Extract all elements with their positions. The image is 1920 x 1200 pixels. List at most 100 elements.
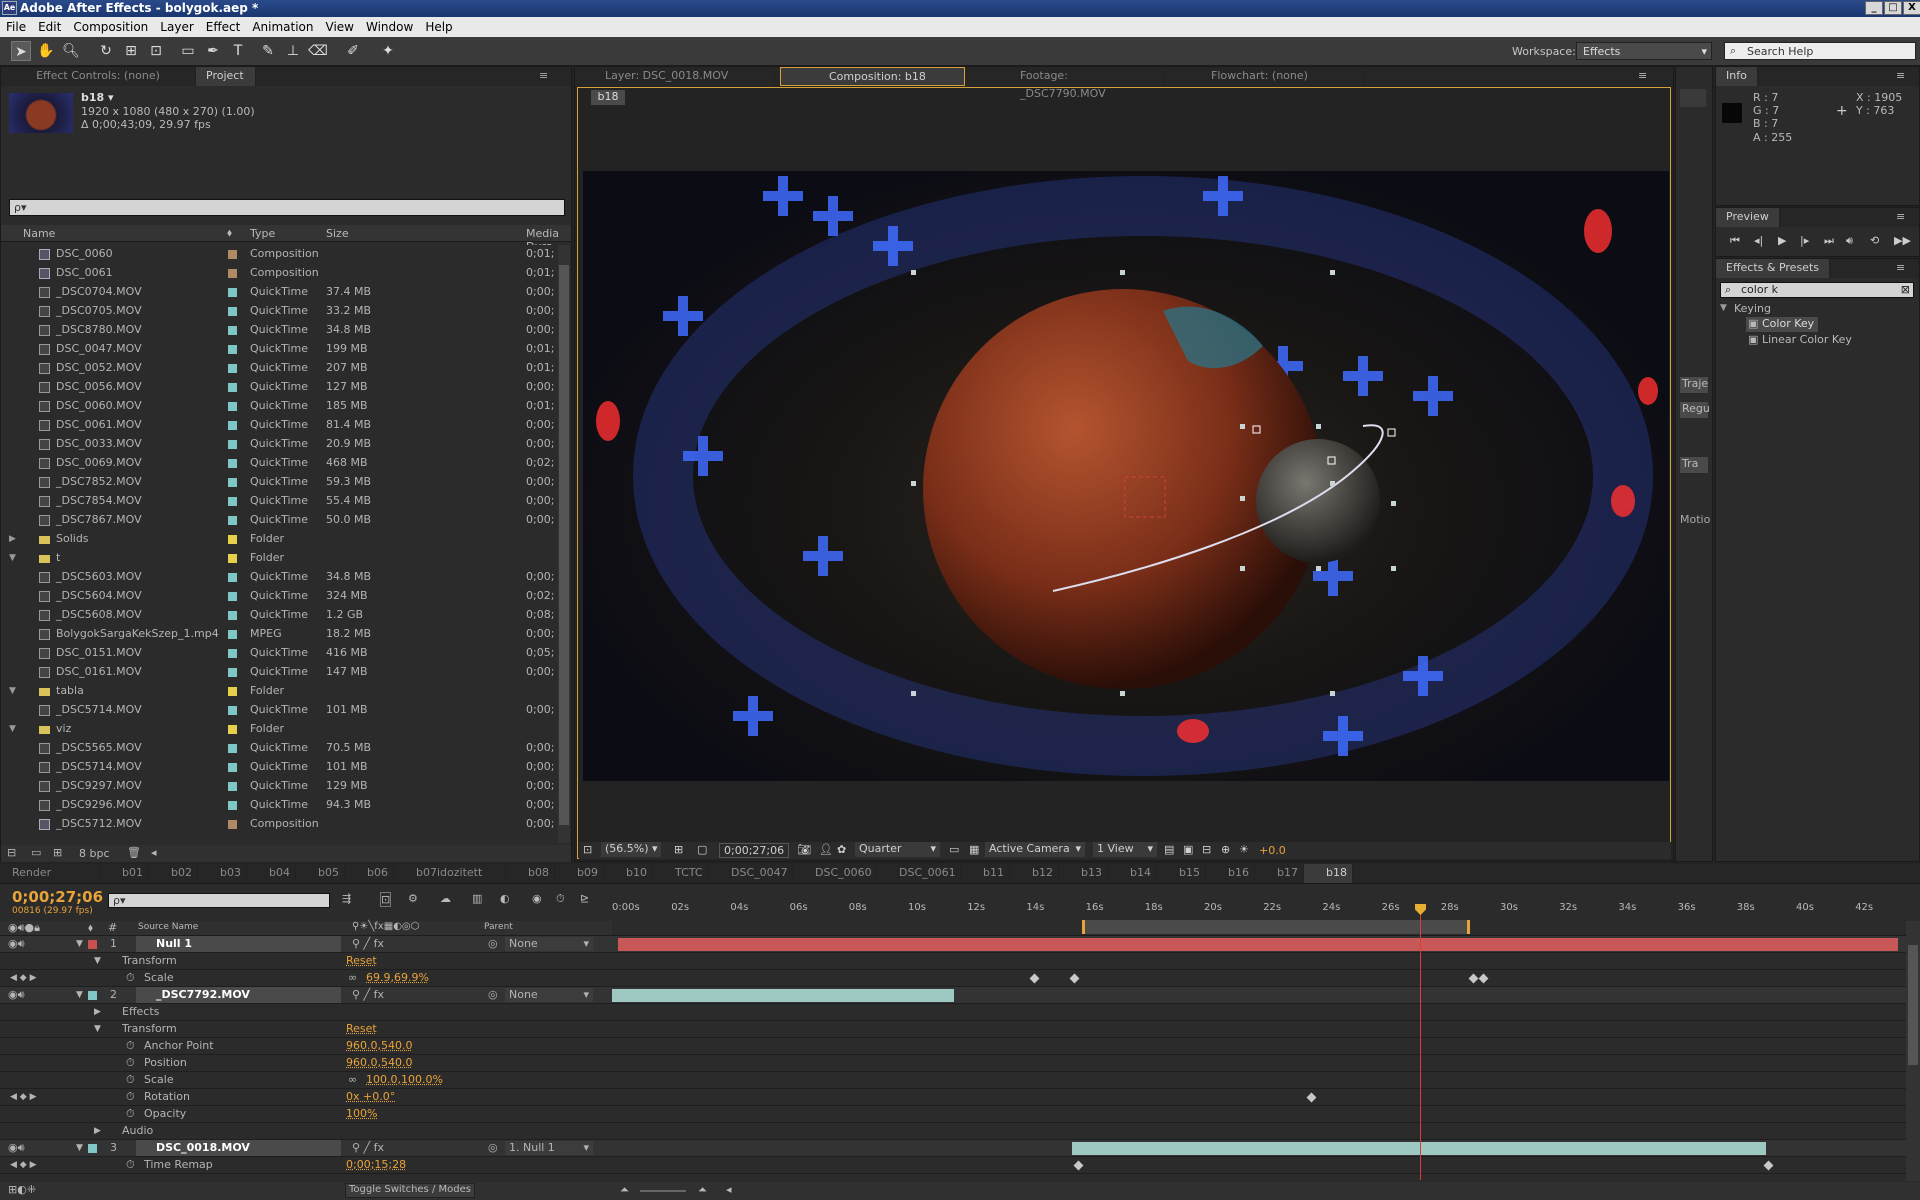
toggle-switches-modes-button[interactable]: Toggle Switches / Modes <box>345 1183 475 1198</box>
property-row[interactable]: ⏱ ◀ ◆ ▶ Time Remap 0;00;15;28 <box>0 1157 1906 1174</box>
timeline-tab[interactable]: b16 <box>1206 864 1255 883</box>
draft-3d-icon[interactable]: ⚙ <box>408 892 418 905</box>
composition-canvas[interactable] <box>583 171 1669 781</box>
maximize-button[interactable]: □ <box>1884 1 1902 15</box>
disclosure-icon[interactable]: ▼ <box>9 720 16 738</box>
comp-chip[interactable]: b18 <box>591 90 625 105</box>
selection-tool-icon[interactable]: ➤ <box>11 41 31 61</box>
project-item[interactable]: DSC_0151.MOV QuickTime 416 MB 0;05; <box>1 644 557 663</box>
interpret-footage-icon[interactable]: ⊟ <box>7 846 16 859</box>
time-ruler[interactable]: 0:00s 02s 04s 06s 08s 10s 12s 14s 16s 18s 20s 22s 24… <box>612 900 1906 936</box>
clone-stamp-icon[interactable]: ⊥ <box>283 41 303 61</box>
layer-name[interactable]: Null 1 <box>136 936 341 952</box>
constrain-proportions-icon[interactable]: ∞ <box>348 970 357 986</box>
keyframe-navigator[interactable]: ◀ ◆ ▶ <box>10 1157 37 1173</box>
project-item[interactable]: DSC_0033.MOV QuickTime 20.9 MB 0;00; <box>1 435 557 454</box>
zoom-in-icon[interactable]: ⏶ <box>698 1183 707 1197</box>
zoom-slider[interactable] <box>640 1190 686 1192</box>
label-color-swatch[interactable] <box>228 478 237 487</box>
timeline-tab[interactable]: b10 <box>604 864 653 883</box>
menu-view[interactable]: View <box>320 17 360 34</box>
track-button[interactable]: Tra <box>1680 457 1708 473</box>
timeline-tab[interactable]: TCTC <box>653 864 709 883</box>
project-item[interactable]: _DSC5565.MOV QuickTime 70.5 MB 0;00; <box>1 739 557 758</box>
project-item[interactable]: DSC_0069.MOV QuickTime 468 MB 0;02; <box>1 454 557 473</box>
brush-tool-icon[interactable]: ✎ <box>258 41 278 61</box>
live-update-icon[interactable]: ⊡ <box>380 892 392 907</box>
tab-flowchart[interactable]: Flowchart: (none) <box>1175 67 1365 86</box>
property-row[interactable]: ⏱ Opacity 100% <box>0 1106 1906 1123</box>
keyframe[interactable] <box>1073 1160 1084 1171</box>
puppet-pin-icon[interactable]: ✦ <box>378 41 398 61</box>
label-color-swatch[interactable] <box>228 630 237 639</box>
label-color-swatch[interactable] <box>228 250 237 259</box>
disclosure-icon[interactable]: ▶ <box>9 530 16 548</box>
timeline-tab[interactable]: DSC_0047 <box>709 864 793 883</box>
menu-window[interactable]: Window <box>360 17 419 34</box>
fast-preview-icon[interactable]: ▣ <box>1183 843 1193 856</box>
zoom-out-icon[interactable]: ⏶ <box>620 1183 629 1197</box>
project-item[interactable]: ▶ Solids Folder <box>1 530 557 549</box>
project-item[interactable]: _DSC5712.MOV Composition 0;00; <box>1 815 557 834</box>
stopwatch-icon[interactable]: ⏱ <box>126 1055 135 1071</box>
label-color-swatch[interactable] <box>228 611 237 620</box>
label-color-swatch[interactable] <box>228 782 237 791</box>
label-color-swatch[interactable] <box>228 687 237 696</box>
disclosure-icon[interactable]: ▼ <box>9 549 16 567</box>
label-tag-icon[interactable]: ⬧ <box>227 226 232 240</box>
timeline-tab[interactable]: b14 <box>1108 864 1157 883</box>
disclosure-icon[interactable]: ▼ <box>94 953 101 969</box>
layer-label-swatch[interactable] <box>88 940 97 949</box>
timeline-tab[interactable]: b17 <box>1255 864 1304 883</box>
viewer-timecode[interactable]: 0;00;27;06 <box>719 843 790 858</box>
project-search-input[interactable]: ρ▾ <box>9 199 565 216</box>
bpc-label[interactable]: 8 bpc <box>79 847 110 860</box>
frame-blending-icon[interactable]: ▥ <box>472 892 482 905</box>
stopwatch-icon[interactable]: ⏱ <box>126 1089 135 1105</box>
new-comp-icon[interactable]: ⊞ <box>53 846 62 859</box>
effects-search-input[interactable]: ⌕ color k ⊠ <box>1720 282 1914 298</box>
col-size[interactable]: Size <box>326 227 349 240</box>
property-row[interactable]: ⏱ ◀ ◆ ▶ Rotation 0x +0.0° <box>0 1089 1906 1106</box>
disclosure-icon[interactable]: ▼ <box>76 1140 83 1156</box>
panel-menu-icon[interactable]: ≡ <box>1896 210 1905 223</box>
timeline-scrollbar[interactable] <box>1906 921 1920 1181</box>
project-item[interactable]: _DSC9296.MOV QuickTime 94.3 MB 0;00; <box>1 796 557 815</box>
disclosure-icon[interactable]: ▼ <box>9 682 16 700</box>
property-value[interactable]: 100.0,100.0% <box>366 1072 443 1088</box>
pick-whip-icon[interactable]: ◎ <box>488 987 498 1003</box>
view-layout-dropdown[interactable]: 1 View ▾ <box>1093 842 1157 857</box>
stopwatch-icon[interactable]: ⏱ <box>126 1072 135 1088</box>
property-row[interactable]: ▶ Effects <box>0 1004 1906 1021</box>
label-color-swatch[interactable] <box>228 440 237 449</box>
transparency-grid-icon[interactable]: ▦ <box>969 843 979 856</box>
channels-icon[interactable]: ✿ <box>837 843 846 856</box>
property-value[interactable]: 100% <box>346 1106 377 1122</box>
layer-switches[interactable]: ⚲ ╱ fx <box>352 1140 384 1156</box>
col-parent[interactable]: Parent <box>484 922 513 932</box>
timeline-search-input[interactable]: ρ▾ <box>108 893 330 908</box>
menu-animation[interactable]: Animation <box>246 17 319 34</box>
label-tag-icon[interactable]: ⬧ <box>88 921 93 935</box>
effect-linear-color-key[interactable]: ▣ Linear Color Key <box>1746 333 1896 348</box>
disclosure-icon[interactable]: ▶ <box>94 1123 101 1139</box>
parent-dropdown[interactable]: None ▾ <box>505 988 593 1002</box>
parent-dropdown[interactable]: 1. Null 1 ▾ <box>505 1141 593 1155</box>
label-color-swatch[interactable] <box>228 269 237 278</box>
menu-layer[interactable]: Layer <box>154 17 199 34</box>
flowchart-icon[interactable]: ⊕ <box>1221 843 1230 856</box>
scroll-left-icon[interactable]: ◂ <box>726 1183 732 1196</box>
camera-dropdown[interactable]: Active Camera ▾ <box>985 842 1085 857</box>
disclosure-icon[interactable]: ▼ <box>76 987 83 1003</box>
tab-preview[interactable]: Preview <box>1716 208 1780 227</box>
prev-frame-icon[interactable]: ◂| <box>1754 234 1763 247</box>
project-item[interactable]: _DSC0705.MOV QuickTime 33.2 MB 0;00; <box>1 302 557 321</box>
menu-help[interactable]: Help <box>419 17 458 34</box>
timeline-tab[interactable]: b18 <box>1304 864 1353 883</box>
label-color-swatch[interactable] <box>228 288 237 297</box>
property-value[interactable]: 960.0,540.0 <box>346 1055 412 1071</box>
rotate-tool-icon[interactable]: ↻ <box>96 41 116 61</box>
label-color-swatch[interactable] <box>228 763 237 772</box>
label-color-swatch[interactable] <box>228 535 237 544</box>
keyframe[interactable] <box>1478 973 1489 984</box>
